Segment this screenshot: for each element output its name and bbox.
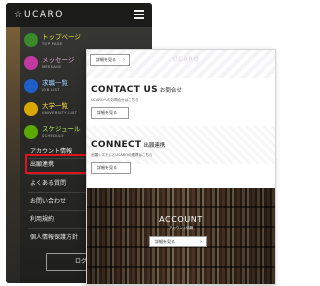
connect-subtitle: 出願システムとUCAROの連携はこちら [91,153,153,157]
contact-heading: CONTACT US お問合せ [91,85,182,97]
contact-detail-button[interactable]: 詳細を見る [91,107,129,119]
menu-divider [28,174,92,175]
university-icon [24,102,38,116]
top-page-icon [24,33,38,47]
menu-header: ☆ UCARO [6,3,152,27]
highlight-box [25,154,95,174]
menu-link-faq[interactable]: よくある質問 [30,180,66,188]
chevron-right-icon: › [123,57,125,63]
menu-item-job-list[interactable]: 求職一覧 JOB LIST [24,77,92,97]
message-icon [24,56,38,70]
menu-item-message[interactable]: メッセージ MESSAGE [24,54,92,74]
ghost-logo: UCARO [173,56,200,63]
contact-title: CONTACT US [91,85,158,95]
menu-item-schedule[interactable]: スケジュール SCHEDULE [24,123,92,143]
button-label: 詳細を見る [97,165,117,170]
menu-item-label: スケジュール [42,125,81,133]
menu-divider [28,228,92,229]
account-detail-button[interactable]: 詳細を見る › [149,236,207,247]
menu-item-sublabel: SCHEDULE [42,134,65,138]
menu-divider [28,210,92,211]
schedule-icon [24,125,38,139]
contact-subtitle: UCAROへのお問合せはこちら [91,98,139,102]
background-photo-strip [6,27,20,283]
menu-link-privacy[interactable]: 個人情報保護方針 [30,234,78,242]
logo-star-icon: ☆ [14,10,23,20]
menu-item-sublabel: MESSAGE [42,65,62,69]
top-detail-button[interactable]: 詳細を見る › [90,54,130,66]
account-title: ACCOUNT [159,215,203,224]
menu-item-label: 求職一覧 [42,79,68,87]
connect-heading: CONNECT 出願連携 [91,140,165,152]
chevron-right-icon: › [200,239,202,245]
menu-link-contact[interactable]: お問い合わせ [30,198,66,206]
menu-item-university-list[interactable]: 大学一覧 UNIVERSITY LIST [24,100,92,120]
account-subtitle: アカウント情報 [168,226,194,230]
menu-item-sublabel: TOP PAGE [42,42,63,46]
menu-divider [28,192,92,193]
button-label: 詳細を見る [97,110,117,115]
button-label: 詳細を見る [96,57,116,62]
app-logo[interactable]: UCARO [24,10,64,20]
hamburger-menu-icon[interactable] [134,10,144,19]
menu-item-sublabel: UNIVERSITY LIST [42,111,78,115]
menu-link-terms[interactable]: 利用規約 [30,216,54,224]
menu-item-sublabel: JOB LIST [42,88,60,92]
page-preview-screen: UCARO 詳細を見る › CONTACT US お問合せ UCAROへのお問合せ… [86,49,276,285]
contact-title-jp: お問合せ [159,88,182,94]
connect-title-jp: 出願連携 [143,143,166,149]
job-list-icon [24,79,38,93]
button-label: 詳細を見る [155,239,175,244]
connect-title: CONNECT [91,140,142,150]
menu-item-top-page[interactable]: トップページ TOP PAGE [24,31,92,51]
menu-item-label: トップページ [42,33,81,41]
menu-item-label: メッセージ [42,56,75,64]
menu-item-label: 大学一覧 [42,102,68,110]
connect-detail-button[interactable]: 詳細を見る [91,162,131,174]
